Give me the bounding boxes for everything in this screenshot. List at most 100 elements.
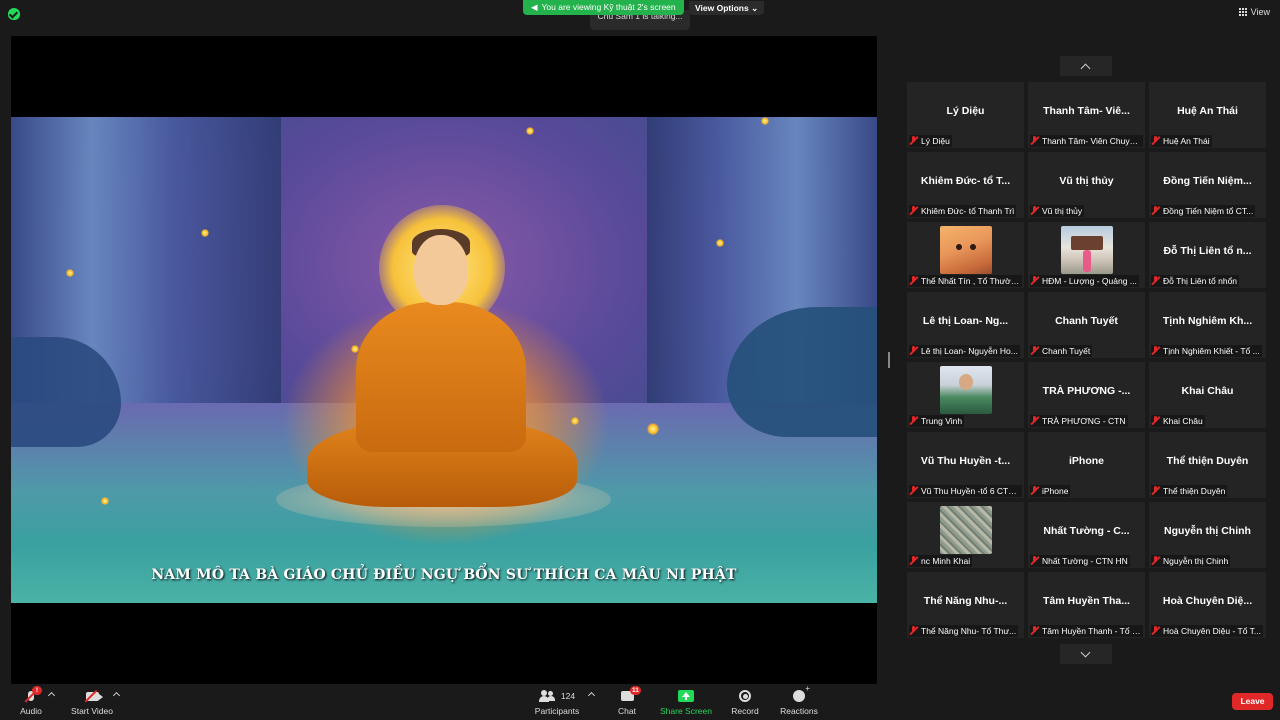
participant-name-label: Thể Năng Nhu- Tổ Thư... [909, 625, 1019, 637]
record-label: Record [731, 706, 759, 716]
reactions-button[interactable]: Reactions [779, 684, 819, 720]
shared-screen[interactable]: NAM MÔ TA BÀ GIÁO CHỦ ĐIỀU NGỰ BỔN SƯ TH… [11, 36, 877, 684]
participant-tile[interactable]: Lê thị Loan- Ng... Lê thị Loan- Nguyễn Ho… [907, 292, 1024, 358]
muted-mic-icon [909, 556, 918, 565]
view-label: View [1250, 7, 1270, 17]
participant-tile[interactable]: Tâm Huyền Tha... Tâm Huyền Thanh - Tổ 6..… [1028, 572, 1145, 638]
participant-name-label: iPhone [1030, 485, 1071, 497]
start-video-button[interactable]: Start Video [70, 684, 114, 720]
video-options-caret[interactable] [112, 691, 121, 700]
participant-display-name: Tâm Huyền Tha... [1043, 595, 1130, 607]
participant-display-name: Đỗ Thị Liên tổ n... [1163, 245, 1252, 257]
microphone-muted-icon: ! [22, 686, 42, 703]
participant-label-text: Đỗ Thị Liên tổ nhổn [1163, 276, 1238, 286]
participant-tile[interactable]: Vũ Thu Huyền -t... Vũ Thu Huyền -tổ 6 CTN… [907, 432, 1024, 498]
participant-label-text: Lê thị Loan- Nguyễn Ho... [921, 346, 1018, 356]
participant-video-thumbnail [1061, 226, 1113, 274]
firefly [351, 345, 359, 353]
participant-video-thumbnail [940, 506, 992, 554]
participant-tile[interactable]: Đồng Tiến Niệm... Đồng Tiến Niệm tổ CT... [1149, 152, 1266, 218]
participant-name-label: Đồng Tiến Niệm tổ CT... [1151, 205, 1256, 217]
participant-display-name: Huệ An Thái [1177, 105, 1238, 117]
participant-tile[interactable]: Khiêm Đức- tổ T... Khiêm Đức- tổ Thanh Tr… [907, 152, 1024, 218]
participant-name-label: Tịnh Nghiêm Khiết - Tổ ... [1151, 345, 1262, 357]
participant-name-label: Hoà Chuyên Diệu - Tổ T... [1151, 625, 1263, 637]
participant-tile[interactable]: Nguyễn thị Chinh Nguyễn thị Chinh [1149, 502, 1266, 568]
view-options-button[interactable]: View Options ⌄ [689, 1, 765, 15]
participant-display-name: Khiêm Đức- tổ T... [920, 175, 1011, 187]
muted-mic-icon [909, 206, 918, 215]
participant-tile[interactable]: Thanh Tâm- Viê... Thanh Tâm- Viên Chuyê..… [1028, 82, 1145, 148]
participant-tile[interactable]: Thể thiện Duyên Thể thiện Duyên [1149, 432, 1266, 498]
leave-button[interactable]: Leave [1232, 693, 1273, 710]
participant-tile[interactable]: iPhone iPhone [1028, 432, 1145, 498]
participants-options-caret[interactable] [587, 691, 596, 700]
participants-button[interactable]: 124 Participants [530, 684, 584, 720]
participant-display-name: Nguyễn thị Chinh [1164, 525, 1251, 537]
speaker-icon: ◀ [531, 2, 538, 12]
participant-tile[interactable]: Vũ thị thủy Vũ thị thủy [1028, 152, 1145, 218]
participant-name-label: Tâm Huyền Thanh - Tổ 6... [1030, 625, 1143, 637]
panel-resize-handle[interactable] [888, 352, 890, 368]
participant-tile[interactable]: TRÀ PHƯƠNG -... TRÀ PHƯƠNG - CTN [1028, 362, 1145, 428]
participant-name-label: Khai Châu [1151, 415, 1205, 427]
participant-tile[interactable]: Huệ An Thái Huệ An Thái [1149, 82, 1266, 148]
muted-mic-icon [1030, 416, 1039, 425]
video-caption: NAM MÔ TA BÀ GIÁO CHỦ ĐIỀU NGỰ BỔN SƯ TH… [151, 567, 737, 583]
share-screen-button[interactable]: Share Screen [660, 684, 712, 720]
gallery-scroll-up-button[interactable] [1060, 56, 1112, 76]
buddha-head [414, 235, 468, 305]
participant-tile[interactable]: Nhất Tường - C... Nhất Tường - CTN HN [1028, 502, 1145, 568]
buddha-robe [356, 302, 526, 452]
participant-tile[interactable]: HĐM - Lượng - Quảng ... [1028, 222, 1145, 288]
muted-mic-icon [1151, 486, 1160, 495]
participant-display-name: Khai Châu [1181, 385, 1234, 397]
viewing-screen-text: You are viewing Kỹ thuật 2's screen [541, 2, 676, 12]
audio-options-caret[interactable] [47, 691, 56, 700]
record-icon [736, 689, 754, 703]
participants-icon: 124 [537, 689, 577, 703]
firefly [761, 117, 769, 125]
participant-name-label: nc Minh Khai [909, 555, 973, 567]
participant-display-name: Thể Năng Nhu-... [923, 595, 1008, 607]
firefly [647, 423, 659, 435]
participant-tile[interactable]: nc Minh Khai [907, 502, 1024, 568]
firefly [716, 239, 724, 247]
participant-display-name: Lê thị Loan- Ng... [922, 315, 1009, 327]
participants-count: 124 [560, 691, 576, 701]
chat-button[interactable]: 11 Chat [614, 684, 641, 720]
muted-mic-icon [1030, 206, 1039, 215]
participant-name-label: TRÀ PHƯƠNG - CTN [1030, 415, 1128, 427]
participant-label-text: Tịnh Nghiêm Khiết - Tổ ... [1163, 346, 1260, 356]
participant-label-text: Hoà Chuyên Diệu - Tổ T... [1163, 626, 1261, 636]
reactions-label: Reactions [780, 706, 818, 716]
participant-name-label: Đỗ Thị Liên tổ nhổn [1151, 275, 1240, 287]
participant-tile[interactable]: Lý Diệu Lý Diệu [907, 82, 1024, 148]
participant-tile[interactable]: Tịnh Nghiêm Kh... Tịnh Nghiêm Khiết - Tổ … [1149, 292, 1266, 358]
participant-tile[interactable]: Hoà Chuyên Diệ... Hoà Chuyên Diệu - Tổ T.… [1149, 572, 1266, 638]
participant-label-text: iPhone [1042, 486, 1069, 496]
participant-tile[interactable]: Thể Năng Nhu-... Thể Năng Nhu- Tổ Thư... [907, 572, 1024, 638]
participant-name-label: Nhất Tường - CTN HN [1030, 555, 1130, 567]
firefly [66, 269, 74, 277]
participant-tile[interactable]: Thể Nhất Tín , Tổ Thườn... [907, 222, 1024, 288]
participant-label-text: Khiêm Đức- tổ Thanh Trì [921, 206, 1015, 216]
participant-name-label: Trung Vinh [909, 415, 965, 427]
participant-tile[interactable]: Chanh Tuyết Chanh Tuyết [1028, 292, 1145, 358]
encryption-shield-icon[interactable] [8, 8, 20, 20]
muted-mic-icon [909, 416, 918, 425]
participant-name-label: Vũ Thu Huyền -tổ 6 CTN... [909, 485, 1022, 497]
muted-mic-icon [909, 626, 918, 635]
gallery-scroll-down-button[interactable] [1060, 644, 1112, 664]
audio-label: Audio [20, 706, 42, 716]
participant-label-text: Lý Diệu [921, 136, 950, 146]
record-button[interactable]: Record [730, 684, 760, 720]
participant-tile[interactable]: Trung Vinh [907, 362, 1024, 428]
audio-button[interactable]: ! Audio [18, 684, 44, 720]
participant-name-label: Thể thiện Duyên [1151, 485, 1228, 497]
participant-tile[interactable]: Khai Châu Khai Châu [1149, 362, 1266, 428]
firefly [201, 229, 209, 237]
participant-display-name: Nhất Tường - C... [1043, 525, 1130, 537]
view-button[interactable]: View [1238, 7, 1270, 17]
participant-tile[interactable]: Đỗ Thị Liên tổ n... Đỗ Thị Liên tổ nhổn [1149, 222, 1266, 288]
